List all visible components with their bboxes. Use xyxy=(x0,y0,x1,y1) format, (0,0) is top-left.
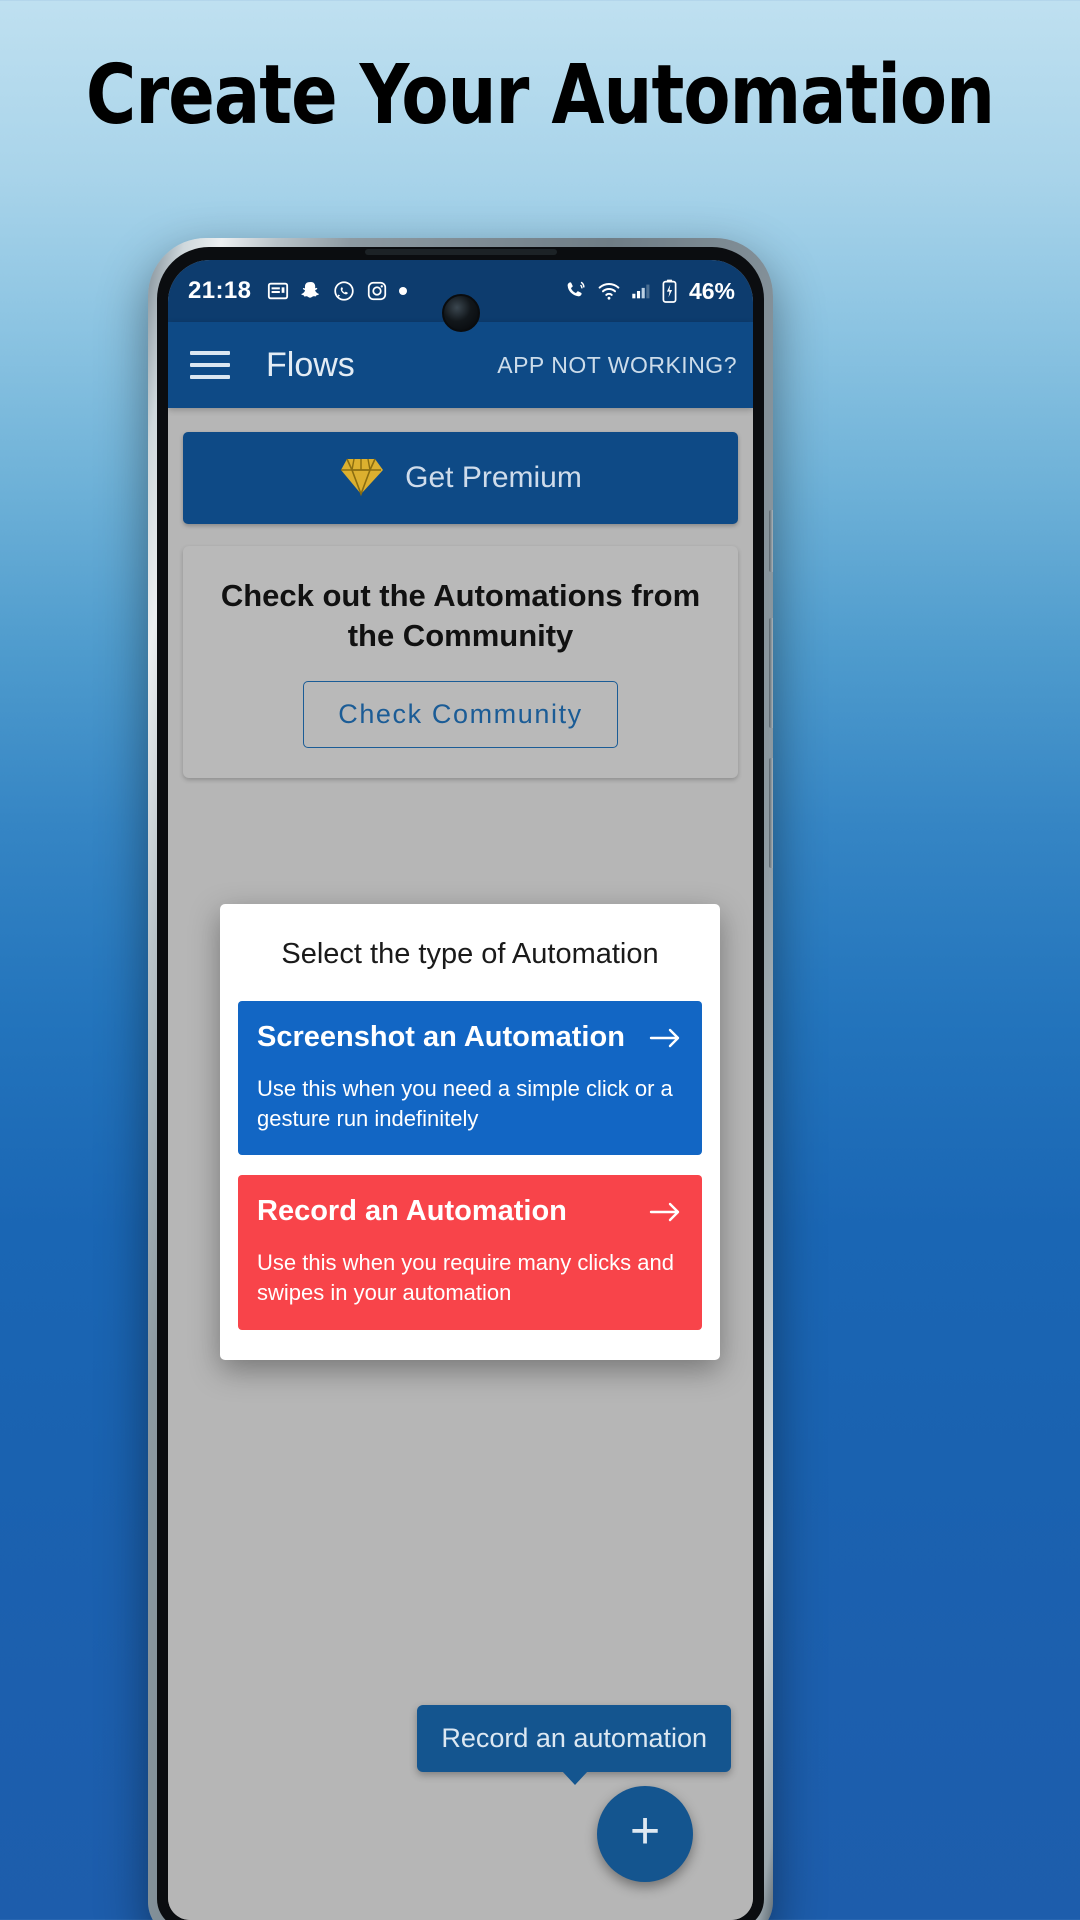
snapchat-icon xyxy=(300,280,322,302)
record-automation-header: Record an Automation xyxy=(257,1195,683,1228)
phone-screen: 21:18 46% Flows APP NOT WORKING? Get Pre… xyxy=(168,260,753,1920)
screenshot-automation-title: Screenshot an Automation xyxy=(257,1021,625,1053)
automation-type-dialog: Select the type of Automation Screenshot… xyxy=(220,904,720,1360)
phone-side-button-bottom xyxy=(769,758,773,868)
wifi-icon xyxy=(597,279,621,303)
app-not-working-button[interactable]: APP NOT WORKING? xyxy=(497,352,739,379)
phone-mute-icon xyxy=(564,279,588,303)
phone-side-button-middle xyxy=(769,618,773,728)
hamburger-menu-icon[interactable] xyxy=(190,351,230,379)
app-bar-title: Flows xyxy=(266,345,355,384)
phone-bezel: 21:18 46% Flows APP NOT WORKING? Get Pre… xyxy=(157,247,764,1920)
cellular-signal-icon xyxy=(630,280,652,302)
plus-icon: + xyxy=(629,1802,661,1860)
record-automation-description: Use this when you require many clicks an… xyxy=(257,1250,674,1306)
arrow-right-icon xyxy=(649,1199,683,1225)
page-title: Create Your Automation xyxy=(85,48,995,143)
instagram-icon xyxy=(366,280,388,302)
battery-charging-icon xyxy=(661,279,678,303)
front-camera-punch-hole xyxy=(441,294,480,332)
earpiece-speaker xyxy=(364,249,557,255)
record-automation-option[interactable]: Record an Automation Use this when you r… xyxy=(238,1175,702,1330)
app-bar: Flows APP NOT WORKING? xyxy=(168,322,753,408)
screenshot-automation-option[interactable]: Screenshot an Automation Use this when y… xyxy=(238,1001,702,1156)
whatsapp-icon xyxy=(333,280,355,302)
phone-device-frame: 21:18 46% Flows APP NOT WORKING? Get Pre… xyxy=(148,238,773,1920)
battery-percentage-label: 46% xyxy=(688,277,735,304)
phone-side-button-top xyxy=(769,510,773,572)
community-card-title: Check out the Automations from the Commu… xyxy=(220,578,701,653)
main-content: Get Premium Check out the Automations fr… xyxy=(168,408,753,1920)
news-article-icon xyxy=(267,280,289,302)
status-bar-clock: 21:18 xyxy=(188,277,252,304)
add-automation-fab[interactable]: + xyxy=(597,1786,693,1882)
check-community-button[interactable]: Check Community xyxy=(303,681,618,749)
status-bar-left: 21:18 xyxy=(188,277,408,305)
screenshot-automation-description: Use this when you need a simple click or… xyxy=(257,1076,673,1131)
dialog-title: Select the type of Automation xyxy=(281,938,659,970)
more-notifications-dot xyxy=(399,287,408,295)
community-card: Check out the Automations from the Commu… xyxy=(183,546,738,779)
screenshot-automation-header: Screenshot an Automation xyxy=(257,1021,683,1054)
record-automation-title: Record an Automation xyxy=(257,1195,567,1228)
get-premium-button[interactable]: Get Premium xyxy=(183,432,738,524)
arrow-right-icon xyxy=(649,1025,683,1051)
status-bar-right: 46% xyxy=(564,278,735,305)
get-premium-label: Get Premium xyxy=(405,461,582,494)
diamond-icon xyxy=(339,456,384,501)
fab-tooltip: Record an automation xyxy=(417,1705,731,1785)
